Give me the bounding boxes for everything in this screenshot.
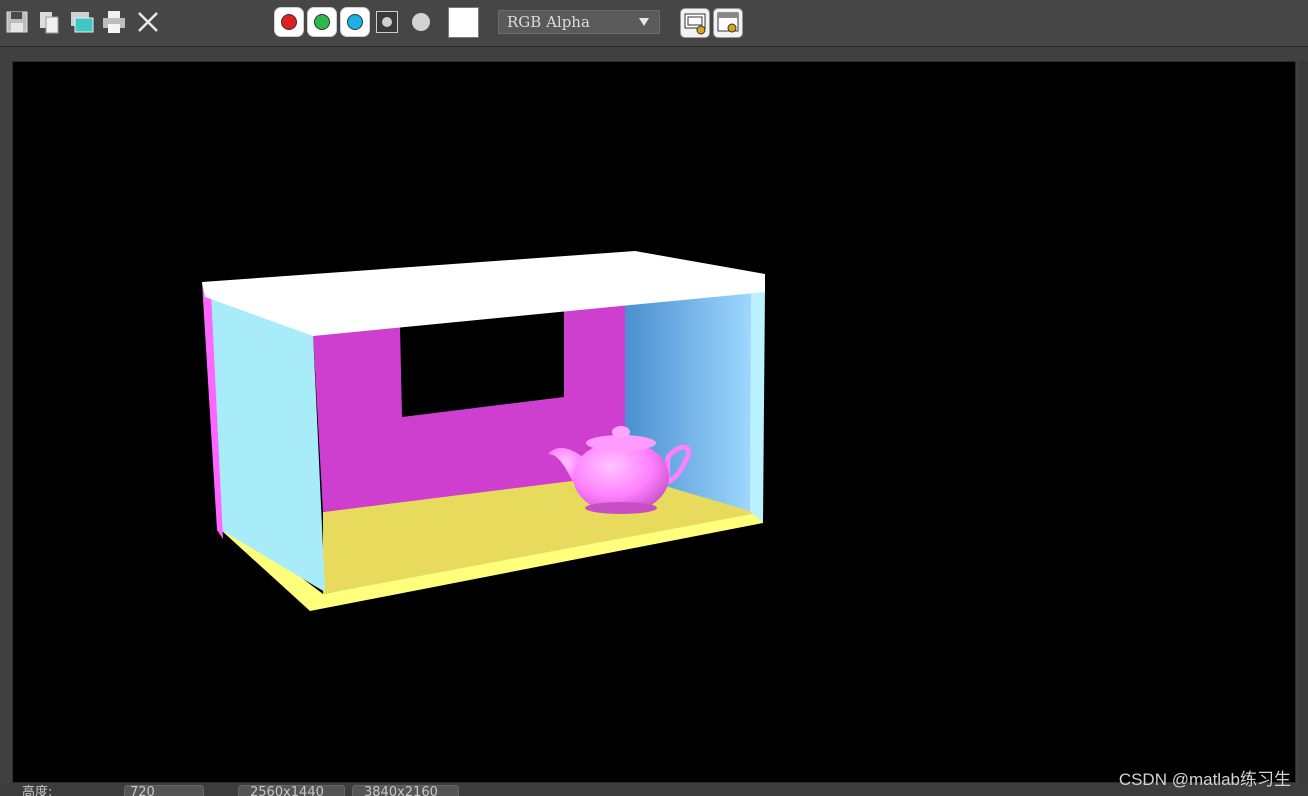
blue-dot-icon — [347, 14, 363, 30]
toggle-ui-overlay-button[interactable] — [680, 8, 710, 38]
preset-1-label: 2560x1440 — [250, 785, 324, 796]
side-strip — [1298, 61, 1308, 783]
red-dot-icon — [281, 14, 297, 30]
render-viewport — [12, 61, 1296, 783]
preset-button-1[interactable]: 2560x1440 — [238, 785, 345, 796]
monochrome-button[interactable] — [376, 11, 398, 33]
channel-select-value: RGB Alpha — [507, 13, 590, 31]
left-inner-wall — [208, 295, 325, 592]
print-icon[interactable] — [101, 8, 127, 36]
height-input[interactable]: 720 — [124, 785, 204, 796]
green-dot-icon — [314, 14, 330, 30]
channel-display-select[interactable]: RGB Alpha — [498, 10, 660, 34]
toggle-ui-button[interactable] — [713, 8, 743, 38]
height-label: 高度: — [22, 785, 53, 796]
chevron-down-icon — [639, 18, 649, 26]
blue-channel-button[interactable] — [340, 7, 370, 37]
right-edge — [750, 288, 765, 522]
color-swatch[interactable] — [448, 7, 479, 38]
watermark-text: CSDN @matlab练习生 — [1118, 770, 1291, 789]
rendered-scene — [202, 251, 765, 611]
render-toolbar: RGB Alpha — [0, 0, 1308, 47]
clone-window-icon[interactable] — [69, 8, 95, 36]
status-bar: 高度: 720 2560x1440 3840x2160 — [0, 783, 1308, 796]
close-icon[interactable] — [135, 8, 161, 36]
mono-dot-icon — [382, 17, 392, 27]
preset-2-label: 3840x2160 — [364, 785, 438, 796]
clear-button[interactable] — [412, 13, 430, 31]
preset-button-2[interactable]: 3840x2160 — [352, 785, 459, 796]
copy-icon[interactable] — [36, 8, 62, 36]
green-channel-button[interactable] — [307, 7, 337, 37]
height-value: 720 — [130, 785, 155, 796]
red-channel-button[interactable] — [274, 7, 304, 37]
save-icon[interactable] — [4, 8, 30, 36]
